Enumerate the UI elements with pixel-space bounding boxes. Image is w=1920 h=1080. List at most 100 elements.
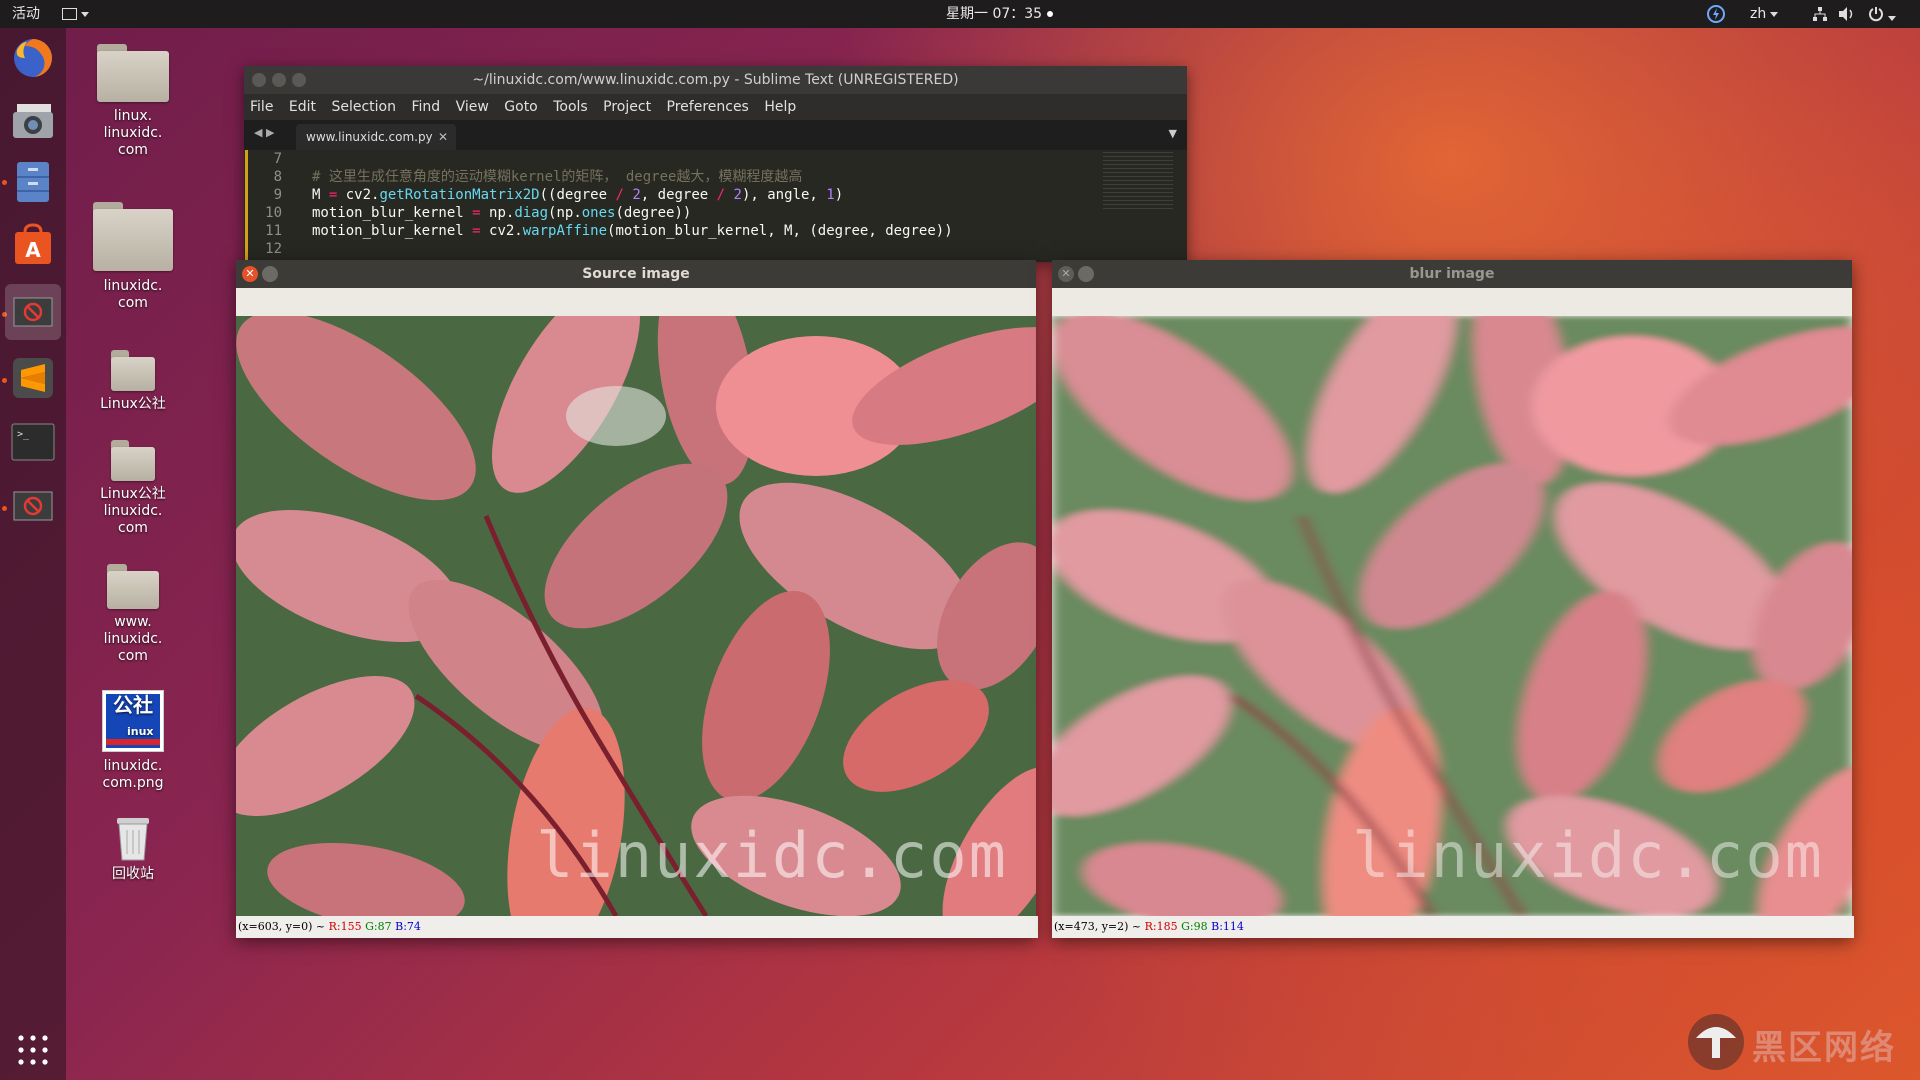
blur-window-titlebar[interactable]: ✕ blur image [1052,260,1852,288]
source-window-title: Source image [582,266,690,282]
sublime-title: ~/linuxidc.com/www.linuxidc.com.py - Sub… [472,72,959,88]
menu-view[interactable]: View [456,99,489,115]
show-applications-button[interactable] [9,1026,57,1074]
desktop-icon-label: www. linuxidc. com [103,614,163,664]
desktop-file-linuxidc-png[interactable]: 公社 inux linuxidc. com.png [78,690,188,792]
minimize-icon[interactable] [262,266,278,282]
corner-logo: 黑区网络 [1686,1012,1906,1072]
close-icon[interactable]: ✕ [242,266,258,282]
blur-image[interactable]: linuxidc.com [1052,316,1852,916]
app-icon[interactable] [5,284,61,340]
menu-selection[interactable]: Selection [331,99,396,115]
power-menu[interactable] [1868,0,1896,28]
chevron-down-icon [81,11,89,17]
pixel-green-value: G:98 [1181,920,1208,933]
menu-help[interactable]: Help [764,99,796,115]
power-icon [1869,7,1883,22]
blur-image-window[interactable]: ✕ blur image linuxidc.com (x=473, y=2) ~… [1052,260,1854,938]
tab-label: www.linuxidc.com.py [306,130,433,144]
tab-www-linuxidc-com-py[interactable]: www.linuxidc.com.py ✕ [296,124,456,150]
chevron-down-icon [1770,11,1779,17]
folder-icon [111,440,155,481]
menu-preferences[interactable]: Preferences [667,99,749,115]
source-status-bar: (x=603, y=0) ~ R:155 G:87 B:74 [236,916,1038,938]
notification-dot-icon [1046,11,1053,17]
desktop-icon-label: linuxidc. com.png [102,758,164,791]
folder-icon [107,564,159,609]
window-menu-button[interactable] [62,0,89,28]
network-icon[interactable] [1812,0,1828,28]
source-image-window[interactable]: ✕ Source image linuxidc.com (x=603, y=0)… [236,260,1038,938]
tab-dropdown-icon[interactable]: ▼ [1169,127,1177,140]
trash-icon [117,818,149,861]
menu-edit[interactable]: Edit [289,99,316,115]
tab-nav-arrows-icon[interactable]: ◀ ▶ [254,126,274,139]
minimize-button[interactable] [272,73,286,87]
terminal-icon[interactable]: >_ [9,418,57,466]
volume-icon[interactable] [1838,0,1856,28]
pixel-green-value: G:87 [365,920,392,933]
code-editor[interactable]: 7 8 # 这里生成任意角度的运动模糊kernel的矩阵， degree越大，模糊… [244,150,1187,262]
sublime-tabbar: ◀ ▶ www.linuxidc.com.py ✕ ▼ [244,120,1187,150]
pixel-coordinates: (x=603, y=0) ~ [238,920,326,933]
screenshot-icon[interactable] [9,96,57,144]
sublime-titlebar[interactable]: ~/linuxidc.com/www.linuxidc.com.py - Sub… [244,66,1187,94]
pixel-blue-value: B:74 [395,920,421,933]
minimap[interactable] [1103,152,1173,212]
sublime-icon[interactable] [9,354,57,402]
activities-button[interactable]: 活动 [12,0,40,28]
folder-icon [93,202,173,272]
svg-text:>_: >_ [17,429,30,440]
folder-icon [111,350,155,391]
mushroom-logo-icon [1688,1014,1744,1070]
close-icon[interactable]: ✕ [1058,266,1074,282]
source-window-titlebar[interactable]: ✕ Source image [236,260,1036,288]
top-bar: 活动 星期一 07：35 zh [0,0,1920,28]
desktop-trash[interactable]: 回收站 [78,814,188,883]
language-selector[interactable]: zh [1750,0,1779,28]
software-center-icon[interactable]: A [9,220,57,268]
menu-project[interactable]: Project [603,99,651,115]
dock: A >_ [0,28,66,1080]
update-icon[interactable] [1706,0,1726,28]
source-image[interactable]: linuxidc.com [236,316,1036,916]
png-thumbnail-icon: 公社 inux [102,690,164,752]
app-icon-2[interactable] [9,482,57,530]
desktop-folder-linuxidc-com[interactable]: linuxidc. com [78,202,188,312]
pixel-red-value: R:155 [328,920,362,933]
corner-logo-text: 黑区网络 [1752,1028,1896,1068]
watermark-text: linuxidc.com [1352,819,1824,892]
chevron-down-icon [1888,15,1896,21]
menu-goto[interactable]: Goto [504,99,537,115]
firefox-icon[interactable] [9,34,57,82]
desktop-icon-label: linuxidc. com [103,278,163,311]
pixel-red-value: R:185 [1144,920,1178,933]
code-line: 9M = cv2.getRotationMatrix2D((degree / 2… [273,187,844,203]
menu-tools[interactable]: Tools [553,99,588,115]
close-button[interactable] [252,73,266,87]
close-tab-icon[interactable]: ✕ [438,124,448,150]
sublime-window[interactable]: ~/linuxidc.com/www.linuxidc.com.py - Sub… [244,66,1187,262]
svg-text:A: A [25,238,41,262]
minimize-icon[interactable] [1078,266,1094,282]
desktop-folder-linux-linuxidc-com[interactable]: linux. linuxidc. com [78,44,188,159]
blur-status-bar: (x=473, y=2) ~ R:185 G:98 B:114 [1052,916,1854,938]
desktop-folder-linux-gongshe-linuxidc[interactable]: Linux公社 linuxidc. com [78,440,188,537]
menu-file[interactable]: File [250,99,273,115]
desktop-folder-linux-gongshe[interactable]: Linux公社 [78,350,188,413]
menu-find[interactable]: Find [411,99,440,115]
desktop-folder-www-linuxidc-com[interactable]: www. linuxidc. com [78,564,188,665]
png-logo-subtext: inux [127,725,154,738]
clock[interactable]: 星期一 07：35 [946,0,1053,28]
maximize-button[interactable] [292,73,306,87]
desktop-icon-label: 回收站 [112,866,154,882]
code-line: 7 [273,151,282,167]
files-icon[interactable] [9,158,57,206]
png-logo-text: 公社 [113,693,153,717]
source-window-toolbar [236,288,1036,316]
desktop-icon-label: Linux公社 linuxidc. com [100,486,166,536]
blur-window-title: blur image [1409,266,1495,282]
desktop-icon-label: Linux公社 [100,396,166,412]
code-line: 10 motion_blur_kernel = np.diag(np.ones(d… [265,205,692,221]
watermark-text: linuxidc.com [536,819,1008,892]
